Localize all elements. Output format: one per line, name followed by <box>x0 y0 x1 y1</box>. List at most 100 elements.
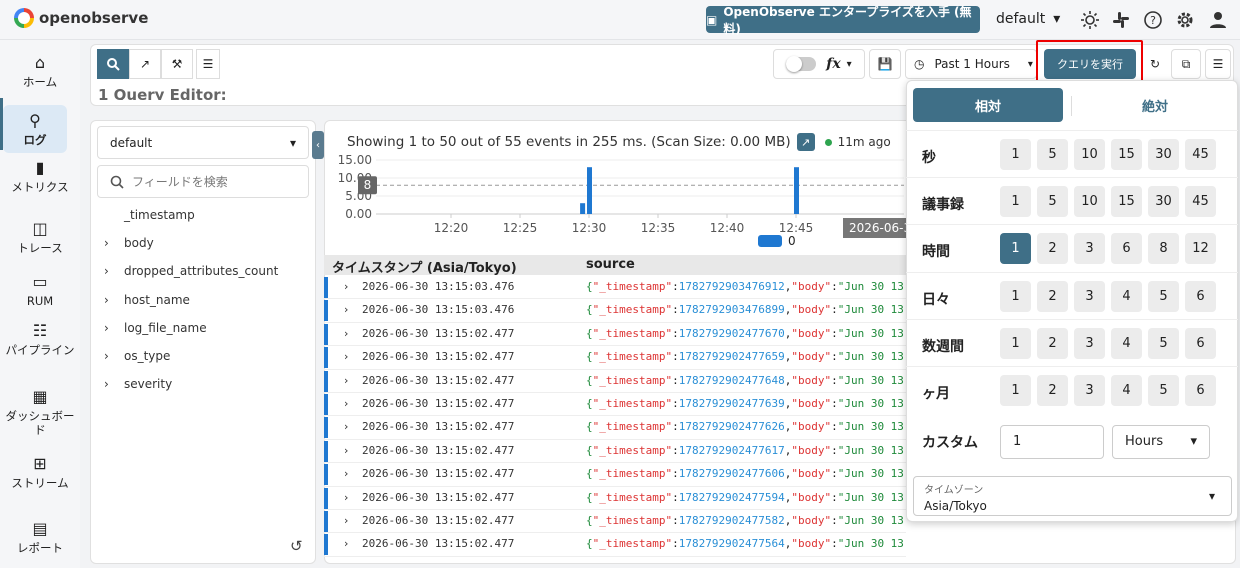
picker-value-button[interactable]: 1 <box>1000 328 1031 359</box>
picker-value-button[interactable]: 4 <box>1111 328 1142 359</box>
column-timestamp[interactable]: タイムスタンプ (Asia/Tokyo) <box>332 257 517 276</box>
field-item[interactable]: › os_type <box>104 349 170 363</box>
field-search-input[interactable]: フィールドを検索 <box>97 165 309 198</box>
field-item[interactable]: › host_name <box>104 293 190 307</box>
reset-icon[interactable]: ↺ <box>290 537 303 555</box>
picker-value-button[interactable]: 6 <box>1111 233 1142 264</box>
picker-value-button[interactable]: 3 <box>1074 281 1105 312</box>
enterprise-button[interactable]: ▣ OpenObserve エンタープライズを入手 (無料) <box>706 5 980 36</box>
collapse-panel-button[interactable]: ‹ <box>312 131 324 159</box>
chevron-right-icon[interactable]: › <box>344 537 348 550</box>
function-toggle-group[interactable]: fx ▾ <box>773 49 865 79</box>
picker-value-button[interactable]: 3 <box>1074 375 1105 406</box>
picker-value-button[interactable]: 10 <box>1074 139 1105 170</box>
custom-unit-select[interactable]: Hours ▾ <box>1112 425 1210 459</box>
picker-value-button[interactable]: 12 <box>1185 233 1216 264</box>
table-row[interactable]: › 2026-06-30 13:15:02.477 {"_timestamp":17… <box>324 323 906 347</box>
table-row[interactable]: › 2026-06-30 13:15:03.476 {"_timestamp":17… <box>324 276 906 300</box>
patterns-mode-button[interactable]: ⚒ <box>161 49 193 79</box>
field-item[interactable]: › log_file_name <box>104 321 207 335</box>
field-item[interactable]: › body <box>104 236 154 250</box>
table-row[interactable]: › 2026-06-30 13:15:02.477 {"_timestamp":17… <box>324 487 906 510</box>
picker-value-button[interactable]: 6 <box>1185 375 1216 406</box>
theme-sun-icon[interactable] <box>1079 9 1101 31</box>
toggle-switch[interactable] <box>786 56 817 72</box>
picker-value-button[interactable]: 15 <box>1111 139 1142 170</box>
picker-value-button[interactable]: 2 <box>1037 375 1068 406</box>
tab-absolute[interactable]: 絶対 <box>1080 88 1230 122</box>
refresh-button[interactable]: ↻ <box>1143 49 1167 79</box>
picker-value-button[interactable]: 4 <box>1111 375 1142 406</box>
chevron-right-icon[interactable]: › <box>344 327 348 340</box>
sidebar-item-bar-chart[interactable]: ▮ メトリクス <box>0 158 80 195</box>
picker-value-button[interactable]: 8 <box>1148 233 1179 264</box>
picker-value-button[interactable]: 5 <box>1037 139 1068 170</box>
sidebar-item-dashboard[interactable]: ▦ ダッシュボード <box>0 387 80 438</box>
chevron-right-icon[interactable]: › <box>344 467 348 480</box>
table-row[interactable]: › 2026-06-30 13:15:02.477 {"_timestamp":17… <box>324 393 906 417</box>
column-source[interactable]: source <box>586 257 635 272</box>
chevron-right-icon[interactable]: › <box>344 303 348 316</box>
picker-value-button[interactable]: 30 <box>1148 186 1179 217</box>
picker-value-button[interactable]: 1 <box>1000 233 1031 264</box>
picker-value-button[interactable]: 1 <box>1000 375 1031 406</box>
slack-icon[interactable] <box>1110 9 1132 31</box>
chevron-right-icon[interactable]: › <box>344 397 348 410</box>
sidebar-item-report[interactable]: ▤ レポート <box>0 519 80 556</box>
picker-value-button[interactable]: 2 <box>1037 328 1068 359</box>
picker-value-button[interactable]: 1 <box>1000 139 1031 170</box>
picker-value-button[interactable]: 30 <box>1148 139 1179 170</box>
org-select[interactable]: default ▾ <box>996 11 1060 27</box>
picker-value-button[interactable]: 1 <box>1000 186 1031 217</box>
table-row[interactable]: › 2026-06-30 13:15:02.477 {"_timestamp":17… <box>324 346 906 370</box>
picker-value-button[interactable]: 5 <box>1037 186 1068 217</box>
chevron-right-icon[interactable]: › <box>344 491 348 504</box>
field-item[interactable]: _timestamp <box>104 208 195 222</box>
picker-value-button[interactable]: 6 <box>1185 328 1216 359</box>
user-icon[interactable] <box>1207 9 1229 31</box>
picker-value-button[interactable]: 3 <box>1074 328 1105 359</box>
logo[interactable]: openobserve <box>14 8 148 28</box>
picker-value-button[interactable]: 5 <box>1148 281 1179 312</box>
chevron-right-icon[interactable]: › <box>344 444 348 457</box>
stream-select[interactable]: default ▾ <box>97 126 309 159</box>
custom-value-input[interactable]: 1 <box>1000 425 1104 459</box>
sidebar-item-search[interactable]: ⚲ ログ <box>0 105 80 153</box>
field-item[interactable]: › dropped_attributes_count <box>104 264 278 278</box>
tab-relative[interactable]: 相対 <box>913 88 1063 122</box>
picker-value-button[interactable]: 1 <box>1000 281 1031 312</box>
sidebar-item-trace[interactable]: ◫ トレース <box>0 219 80 256</box>
time-range-select[interactable]: ◷ Past 1 Hours ▾ <box>905 49 1037 79</box>
table-row[interactable]: › 2026-06-30 13:15:02.477 {"_timestamp":17… <box>324 416 906 440</box>
table-row[interactable]: › 2026-06-30 13:15:02.477 {"_timestamp":17… <box>324 510 906 534</box>
picker-value-button[interactable]: 2 <box>1037 233 1068 264</box>
picker-value-button[interactable]: 6 <box>1185 281 1216 312</box>
more-menu-button[interactable]: ☰ <box>1205 49 1231 79</box>
sidebar-item-monitor[interactable]: ▭ RUM <box>0 272 80 309</box>
table-row[interactable]: › 2026-06-30 13:15:03.476 {"_timestamp":17… <box>324 299 906 323</box>
settings-gear-icon[interactable] <box>1174 9 1196 31</box>
chevron-right-icon[interactable]: › <box>344 374 348 387</box>
chevron-right-icon[interactable]: › <box>344 514 348 527</box>
histogram-toggle-icon[interactable]: ↗ <box>796 133 815 151</box>
picker-value-button[interactable]: 15 <box>1111 186 1142 217</box>
table-row[interactable]: › 2026-06-30 13:15:02.477 {"_timestamp":17… <box>324 370 906 393</box>
picker-value-button[interactable]: 10 <box>1074 186 1105 217</box>
picker-value-button[interactable]: 45 <box>1185 139 1216 170</box>
picker-value-button[interactable]: 5 <box>1148 375 1179 406</box>
menu-button[interactable]: ☰ <box>196 49 220 79</box>
sidebar-item-pipeline[interactable]: ☷ パイプライン <box>0 321 80 358</box>
sidebar-item-stream[interactable]: ⊞ ストリーム <box>0 454 80 491</box>
share-button[interactable]: ⧉ <box>1171 49 1201 79</box>
field-item[interactable]: › severity <box>104 377 172 391</box>
picker-value-button[interactable]: 2 <box>1037 281 1068 312</box>
picker-value-button[interactable]: 5 <box>1148 328 1179 359</box>
sidebar-item-home[interactable]: ⌂ ホーム <box>0 53 80 90</box>
table-row[interactable]: › 2026-06-30 13:15:02.477 {"_timestamp":17… <box>324 533 906 557</box>
table-row[interactable]: › 2026-06-30 13:15:02.477 {"_timestamp":17… <box>324 463 906 487</box>
timezone-select[interactable]: タイムゾーン Asia/Tokyo ▾ <box>913 476 1232 516</box>
search-mode-button[interactable] <box>97 49 129 79</box>
chevron-right-icon[interactable]: › <box>344 350 348 363</box>
visualize-mode-button[interactable]: ↗ <box>129 49 161 79</box>
chevron-right-icon[interactable]: › <box>344 280 348 293</box>
